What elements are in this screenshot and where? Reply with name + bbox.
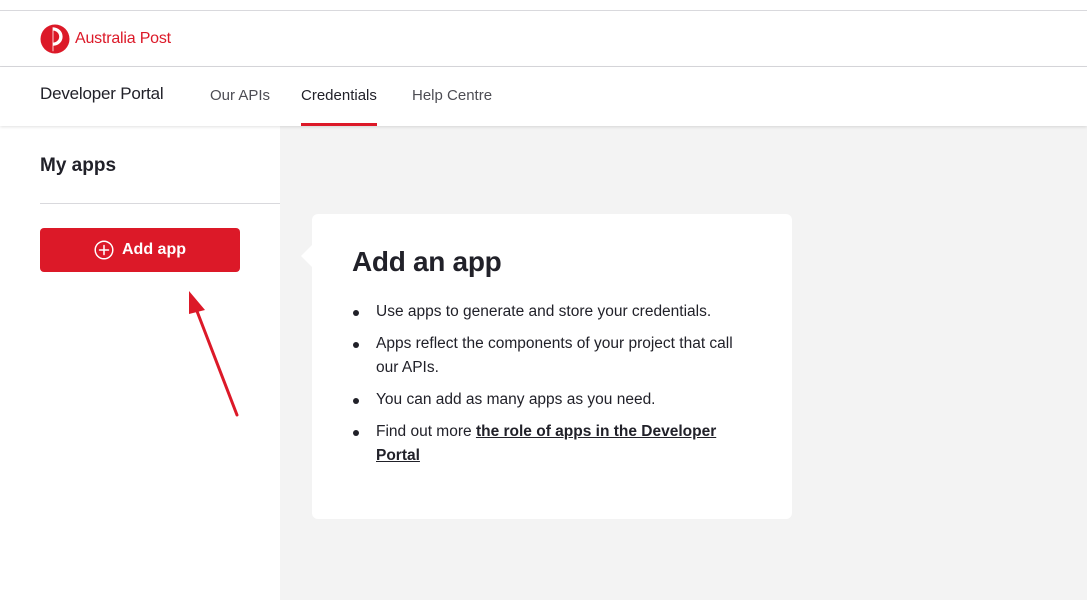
list-item: You can add as many apps as you need.: [352, 388, 742, 412]
nav-link-help-centre[interactable]: Help Centre: [412, 67, 492, 126]
card-pointer: [301, 244, 313, 268]
sidebar-title: My apps: [40, 155, 117, 176]
main-content: Add an app Use apps to generate and stor…: [280, 126, 1087, 600]
list-item: Use apps to generate and store your cred…: [352, 300, 742, 324]
list-item-find-out-more: Find out more the role of apps in the De…: [352, 420, 742, 468]
plus-circle-icon: [94, 240, 114, 260]
list-item: Apps reflect the components of your proj…: [352, 332, 742, 380]
nav-link-credentials[interactable]: Credentials: [301, 67, 377, 126]
australia-post-logo-icon: [40, 24, 70, 54]
card-title: Add an app: [352, 246, 502, 277]
add-app-info-card: Add an app Use apps to generate and stor…: [301, 214, 792, 519]
add-app-button[interactable]: Add app: [40, 228, 240, 272]
card-bullet-list: Use apps to generate and store your cred…: [352, 300, 742, 476]
brand-name: Australia Post: [75, 30, 171, 47]
nav-link-our-apis[interactable]: Our APIs: [210, 67, 270, 126]
portal-title: Developer Portal: [40, 84, 164, 103]
brand-home-link[interactable]: Australia Post: [40, 24, 171, 54]
sidebar-divider: [40, 203, 280, 204]
add-app-label: Add app: [122, 241, 186, 258]
top-strip: [0, 0, 1087, 11]
main-navigation: Developer Portal Our APIs Credentials He…: [0, 67, 1087, 126]
sidebar: My apps Add app: [0, 126, 280, 600]
brand-header: Australia Post: [0, 11, 1087, 67]
find-out-more-text: Find out more: [376, 423, 476, 440]
